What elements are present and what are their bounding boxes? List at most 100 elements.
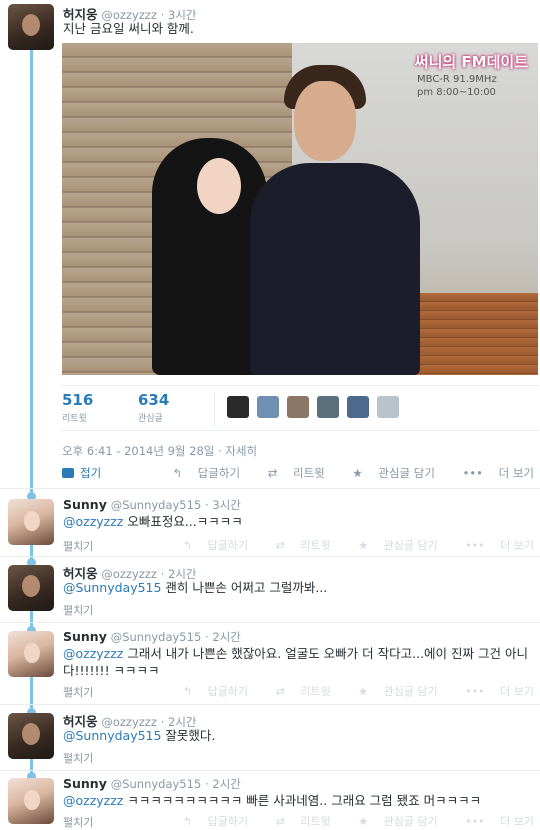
expand-button[interactable]: 펼치기 bbox=[63, 538, 93, 554]
mention-link[interactable]: @ozzyzzz bbox=[63, 793, 123, 808]
more-icon: ••• bbox=[465, 685, 489, 698]
expand-button[interactable]: 펼치기 bbox=[63, 602, 93, 618]
fold-label: 접기 bbox=[80, 466, 102, 480]
tweet-stats: 516 리트윗 634 관심글 bbox=[62, 385, 538, 431]
reply-icon: ↰ bbox=[172, 466, 186, 480]
mention-link[interactable]: @Sunnyday515 bbox=[63, 580, 161, 595]
star-icon: ★ bbox=[352, 466, 367, 480]
more-button[interactable]: ••• 더 보기 bbox=[453, 685, 534, 698]
avatar[interactable] bbox=[287, 396, 310, 418]
more-icon: ••• bbox=[462, 466, 487, 480]
more-button[interactable]: ••• 더 보기 bbox=[453, 539, 534, 552]
expand-button[interactable]: 펼치기 bbox=[63, 750, 93, 766]
favorite-button[interactable]: ★ 관심글 담기 bbox=[346, 685, 437, 698]
radio-hours: pm 8:00~10:00 bbox=[417, 87, 496, 98]
expand-button[interactable]: 펼치기 bbox=[63, 684, 93, 700]
retweet-label: 리트윗 bbox=[62, 414, 87, 424]
tweet-time[interactable]: · 2시간 bbox=[205, 630, 241, 644]
tweet-text: @ozzyzzz 그래서 내가 나쁜손 했잖아요. 얼굴도 오빠가 더 작다고.… bbox=[63, 646, 528, 678]
tweet-text: @ozzyzzz 오빠표정요...ㅋㅋㅋㅋ bbox=[63, 514, 243, 529]
star-icon: ★ bbox=[358, 815, 372, 828]
user-name[interactable]: Sunny bbox=[63, 497, 107, 512]
avatar[interactable] bbox=[8, 778, 54, 824]
avatar[interactable] bbox=[8, 631, 54, 677]
retweet-stat[interactable]: 516 리트윗 bbox=[62, 391, 93, 424]
radio-frequency: MBC-R 91.9MHz bbox=[417, 74, 497, 85]
favorite-button[interactable]: ★ 관심글 담기 bbox=[340, 466, 435, 480]
divider bbox=[0, 488, 540, 489]
star-icon: ★ bbox=[358, 539, 372, 552]
user-name[interactable]: Sunny bbox=[63, 629, 107, 644]
more-button[interactable]: ••• 더 보기 bbox=[451, 466, 534, 480]
user-handle[interactable]: @Sunnyday515 bbox=[111, 630, 202, 644]
avatar[interactable] bbox=[377, 396, 400, 418]
favorite-stat[interactable]: 634 관심글 bbox=[138, 391, 169, 424]
reply-button[interactable]: ↰ 답글하기 bbox=[171, 685, 248, 698]
star-icon: ★ bbox=[358, 685, 372, 698]
reply-icon: ↰ bbox=[182, 815, 196, 828]
avatar[interactable] bbox=[317, 396, 340, 418]
retweet-icon: ⇄ bbox=[275, 815, 289, 828]
tweet-actions: ↰ 답글하기 ⇄ 리트윗 ★ 관심글 담기 ••• 더 보기 bbox=[148, 465, 534, 481]
user-handle[interactable]: @Sunnyday515 bbox=[111, 498, 202, 512]
radio-logo-title: 써니의 FM데이트 bbox=[414, 53, 528, 71]
reply-button[interactable]: ↰ 답글하기 bbox=[160, 466, 240, 480]
tweet-actions: ↰ 답글하기 ⇄ 리트윗 ★ 관심글 담기 ••• 더 보기 bbox=[159, 813, 534, 829]
radio-logo-info: MBC-R 91.9MHz pm 8:00~10:00 bbox=[417, 73, 497, 99]
divider bbox=[0, 770, 540, 771]
avatar[interactable] bbox=[8, 499, 54, 545]
retweet-button[interactable]: ⇄ 리트윗 bbox=[264, 685, 331, 698]
fold-icon bbox=[62, 468, 74, 478]
conversation-thread-line bbox=[30, 50, 33, 800]
user-name[interactable]: Sunny bbox=[63, 776, 107, 791]
avatar[interactable] bbox=[227, 396, 249, 418]
tweet-text: @Sunnyday515 괜히 나쁜손 어쩌고 그럴까봐... bbox=[63, 580, 328, 595]
retweet-button[interactable]: ⇄ 리트윗 bbox=[256, 466, 325, 480]
tweet-text: 지난 금요일 써니와 함께. bbox=[63, 21, 194, 36]
tweet-photo[interactable]: 써니의 FM데이트 MBC-R 91.9MHz pm 8:00~10:00 bbox=[62, 43, 538, 375]
favorite-count: 634 bbox=[138, 391, 170, 409]
retweet-button[interactable]: ⇄ 리트윗 bbox=[264, 815, 331, 828]
tweet-time[interactable]: · 2시간 bbox=[205, 777, 241, 791]
retweet-icon: ⇄ bbox=[275, 685, 289, 698]
retweet-count: 516 bbox=[62, 391, 94, 409]
favorite-label: 관심글 bbox=[138, 414, 163, 424]
more-icon: ••• bbox=[465, 815, 489, 828]
reply-button[interactable]: ↰ 답글하기 bbox=[171, 539, 248, 552]
favorite-button[interactable]: ★ 관심글 담기 bbox=[346, 815, 437, 828]
avatar[interactable] bbox=[8, 565, 54, 611]
more-button[interactable]: ••• 더 보기 bbox=[453, 815, 534, 828]
reply-icon: ↰ bbox=[182, 685, 196, 698]
mention-link[interactable]: @Sunnyday515 bbox=[63, 728, 161, 743]
reply-icon: ↰ bbox=[182, 539, 196, 552]
divider bbox=[0, 556, 540, 557]
tweet-text: @ozzyzzz ㅋㅋㅋㅋㅋㅋㅋㅋㅋㅋ 빠른 사과네염.. 그래요 그럼 됐죠 … bbox=[63, 793, 482, 808]
favoriter-avatars bbox=[227, 396, 402, 422]
more-icon: ••• bbox=[465, 539, 489, 552]
reply-button[interactable]: ↰ 답글하기 bbox=[171, 815, 248, 828]
tweet-header: Sunny @Sunnyday515 · 3시간 bbox=[63, 497, 241, 513]
tweet-time[interactable]: · 3시간 bbox=[205, 498, 241, 512]
avatar[interactable] bbox=[8, 4, 54, 50]
mention-link[interactable]: @ozzyzzz bbox=[63, 514, 123, 529]
tweet-text: @Sunnyday515 잘못했다. bbox=[63, 728, 216, 743]
avatar[interactable] bbox=[257, 396, 280, 418]
tweet-actions: ↰ 답글하기 ⇄ 리트윗 ★ 관심글 담기 ••• 더 보기 bbox=[159, 537, 534, 553]
retweet-button[interactable]: ⇄ 리트윗 bbox=[264, 539, 331, 552]
retweet-icon: ⇄ bbox=[267, 466, 281, 480]
avatar[interactable] bbox=[347, 396, 370, 418]
photo-person-right bbox=[250, 163, 420, 375]
avatar[interactable] bbox=[8, 713, 54, 759]
favorite-button[interactable]: ★ 관심글 담기 bbox=[346, 539, 437, 552]
fold-button[interactable]: 접기 bbox=[62, 465, 101, 481]
tweet-header: Sunny @Sunnyday515 · 2시간 bbox=[63, 776, 241, 792]
tweet-header: Sunny @Sunnyday515 · 2시간 bbox=[63, 629, 241, 645]
retweet-icon: ⇄ bbox=[275, 539, 289, 552]
tweet-timestamp[interactable]: 오후 6:41 - 2014년 9월 28일 · 자세히 bbox=[62, 443, 257, 459]
tweet-actions: ↰ 답글하기 ⇄ 리트윗 ★ 관심글 담기 ••• 더 보기 bbox=[159, 683, 534, 699]
divider bbox=[0, 704, 540, 705]
mention-link[interactable]: @ozzyzzz bbox=[63, 646, 123, 661]
divider bbox=[0, 622, 540, 623]
stats-divider bbox=[214, 392, 215, 426]
user-handle[interactable]: @Sunnyday515 bbox=[111, 777, 202, 791]
